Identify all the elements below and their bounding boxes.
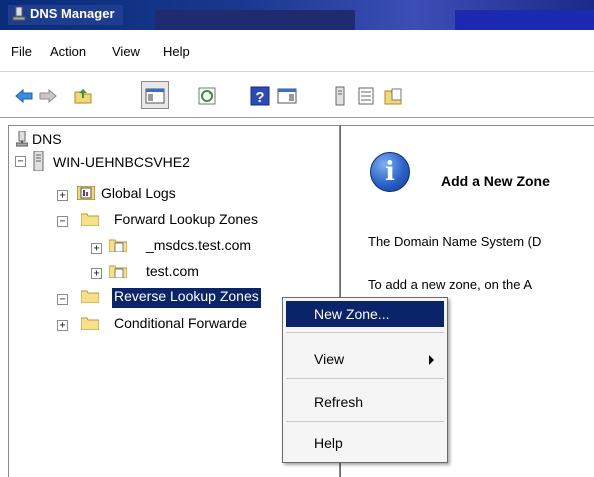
list-icon[interactable] (356, 86, 376, 106)
dns-root-icon (16, 131, 28, 147)
tree-node-server[interactable]: WIN-UEHNBCSVHE2 (53, 154, 190, 174)
show-hide-console-tree-icon[interactable] (145, 86, 165, 106)
help-icon[interactable]: ? (250, 86, 270, 106)
folder-icon (81, 213, 99, 226)
toolbar-separator (234, 85, 235, 107)
toolbar-separator (64, 85, 65, 107)
toolbar: ? (0, 72, 594, 118)
help-label: Help (314, 435, 343, 451)
menu-view[interactable]: View (112, 44, 140, 59)
tree-node-test-com[interactable]: test.com (146, 263, 199, 283)
expand-toggle-conditional[interactable]: + (57, 320, 68, 331)
new-zone-label: New Zone... (314, 306, 390, 322)
expand-toggle-msdcs[interactable]: + (91, 243, 102, 254)
collapse-toggle-reverse-zones[interactable]: − (57, 294, 68, 305)
menu-file[interactable]: File (11, 44, 32, 59)
view-label: View (314, 351, 345, 367)
title-bar-gradient (155, 10, 355, 30)
context-menu-view[interactable]: View (286, 346, 444, 372)
context-menu-refresh[interactable]: Refresh (286, 389, 444, 415)
global-logs-icon (77, 186, 95, 200)
menu-help[interactable]: Help (163, 44, 190, 59)
title-bar-gradient-right (455, 10, 594, 30)
forward-arrow-icon[interactable] (38, 86, 58, 106)
refresh-label: Refresh (314, 394, 364, 410)
context-menu-help[interactable]: Help (286, 430, 444, 456)
window-title-tab: DNS Manager (8, 5, 123, 25)
context-menu: New Zone... View Refresh Help (282, 297, 448, 463)
up-folder-icon[interactable] (73, 86, 93, 106)
zone-icon[interactable] (384, 86, 404, 106)
content-heading: Add a New Zone (441, 173, 550, 189)
expand-toggle-global-logs[interactable]: + (57, 190, 68, 201)
collapse-toggle-forward-zones[interactable]: − (57, 216, 68, 227)
tree-node-global-logs[interactable]: Global Logs (101, 185, 176, 205)
title-bar: DNS Manager (0, 0, 594, 30)
zone-icon (109, 265, 127, 278)
refresh-icon[interactable] (198, 86, 218, 106)
content-paragraph-1: The Domain Name System (D (368, 234, 542, 249)
menu-bar: File Action View Help (0, 30, 594, 72)
tree-node-dns[interactable]: DNS (32, 131, 62, 151)
tree-node-forward-lookup-zones[interactable]: Forward Lookup Zones (114, 211, 258, 231)
tree-node-reverse-lookup-zones[interactable]: Reverse Lookup Zones (112, 288, 261, 308)
dns-app-icon (12, 7, 26, 21)
window-title: DNS Manager (30, 6, 115, 21)
menu-separator (286, 332, 444, 333)
tree-node-msdcs-zone[interactable]: _msdcs.test.com (146, 237, 251, 257)
content-paragraph-2: To add a new zone, on the A (368, 277, 533, 292)
submenu-arrow-icon (429, 355, 434, 365)
zone-icon (109, 239, 127, 252)
menu-separator (286, 421, 444, 422)
server-icon[interactable] (330, 86, 350, 106)
folder-icon (81, 317, 99, 330)
svg-text:?: ? (255, 89, 264, 106)
tree-node-conditional-forwarders[interactable]: Conditional Forwarde (114, 315, 247, 335)
show-action-pane-icon[interactable] (277, 86, 297, 106)
toolbar-separator (310, 85, 311, 107)
toolbar-separator (182, 85, 183, 107)
server-icon (33, 151, 44, 171)
menu-action[interactable]: Action (50, 44, 86, 59)
context-menu-new-zone[interactable]: New Zone... (286, 301, 444, 327)
menu-separator (286, 378, 444, 379)
collapse-toggle-server[interactable]: − (15, 156, 26, 167)
info-icon: i (370, 152, 410, 192)
folder-icon (81, 290, 99, 303)
back-arrow-icon[interactable] (14, 86, 34, 106)
expand-toggle-test-com[interactable]: + (91, 268, 102, 279)
